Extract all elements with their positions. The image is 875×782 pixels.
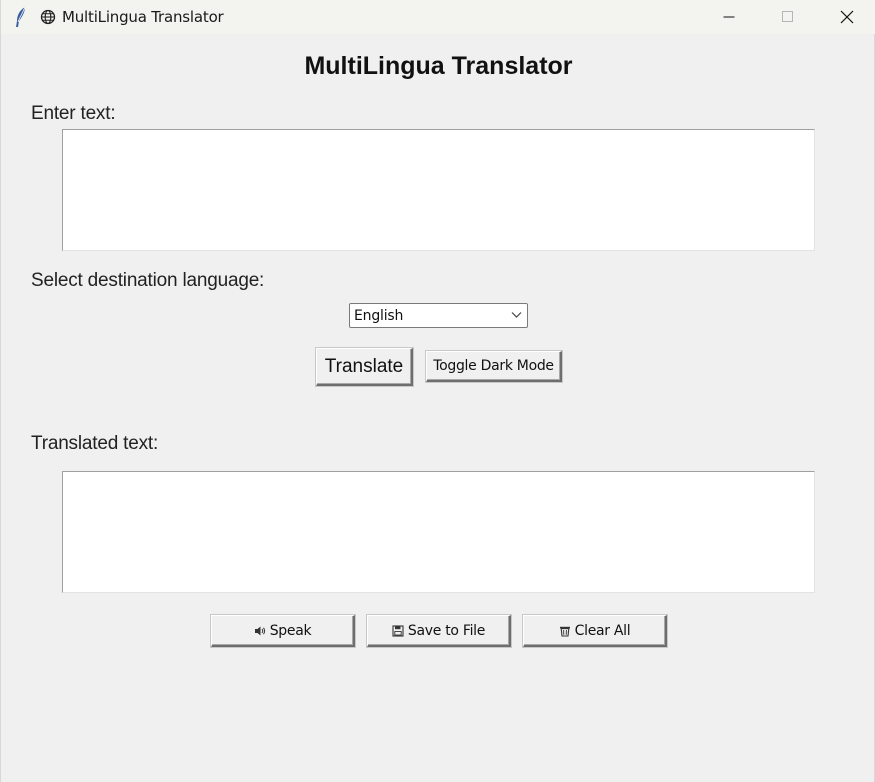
minimize-button[interactable] xyxy=(700,0,758,34)
language-label: Select destination language: xyxy=(31,270,265,291)
globe-icon xyxy=(40,9,56,25)
input-text-area[interactable] xyxy=(62,129,815,251)
toggle-dark-mode-button[interactable]: Toggle Dark Mode xyxy=(426,351,562,382)
output-label: Translated text: xyxy=(31,433,159,454)
speak-button-label: Speak xyxy=(269,622,312,639)
page-title: MultiLingua Translator xyxy=(304,52,573,80)
toggle-dark-mode-label: Toggle Dark Mode xyxy=(433,358,554,374)
minimize-icon xyxy=(723,16,735,18)
maximize-button[interactable] xyxy=(759,0,817,34)
language-dropdown[interactable]: English xyxy=(349,303,528,328)
save-to-file-button[interactable]: Save to File xyxy=(367,615,511,647)
feather-icon xyxy=(16,6,26,27)
close-icon xyxy=(840,10,854,24)
maximize-icon xyxy=(782,11,793,22)
translate-button[interactable]: Translate xyxy=(316,348,413,386)
language-dropdown-value: English xyxy=(354,308,404,324)
title-bar[interactable]: MultiLingua Translator xyxy=(1,0,875,34)
clear-all-label: Clear All xyxy=(574,622,631,639)
speaker-icon xyxy=(254,626,265,635)
clear-all-button[interactable]: Clear All xyxy=(523,615,667,647)
save-to-file-label: Save to File xyxy=(407,622,486,639)
chevron-down-icon[interactable] xyxy=(511,311,522,319)
output-text-area[interactable] xyxy=(62,471,815,593)
wastebasket-icon xyxy=(559,626,570,637)
speak-button[interactable]: Speak xyxy=(211,615,355,647)
close-button[interactable] xyxy=(818,0,875,34)
app-window: MultiLingua Translator MultiLingua Trans… xyxy=(0,0,875,782)
translate-button-label: Translate xyxy=(324,355,404,377)
floppy-disk-icon xyxy=(392,624,404,637)
window-title: MultiLingua Translator xyxy=(62,8,224,26)
input-label: Enter text: xyxy=(31,103,116,124)
